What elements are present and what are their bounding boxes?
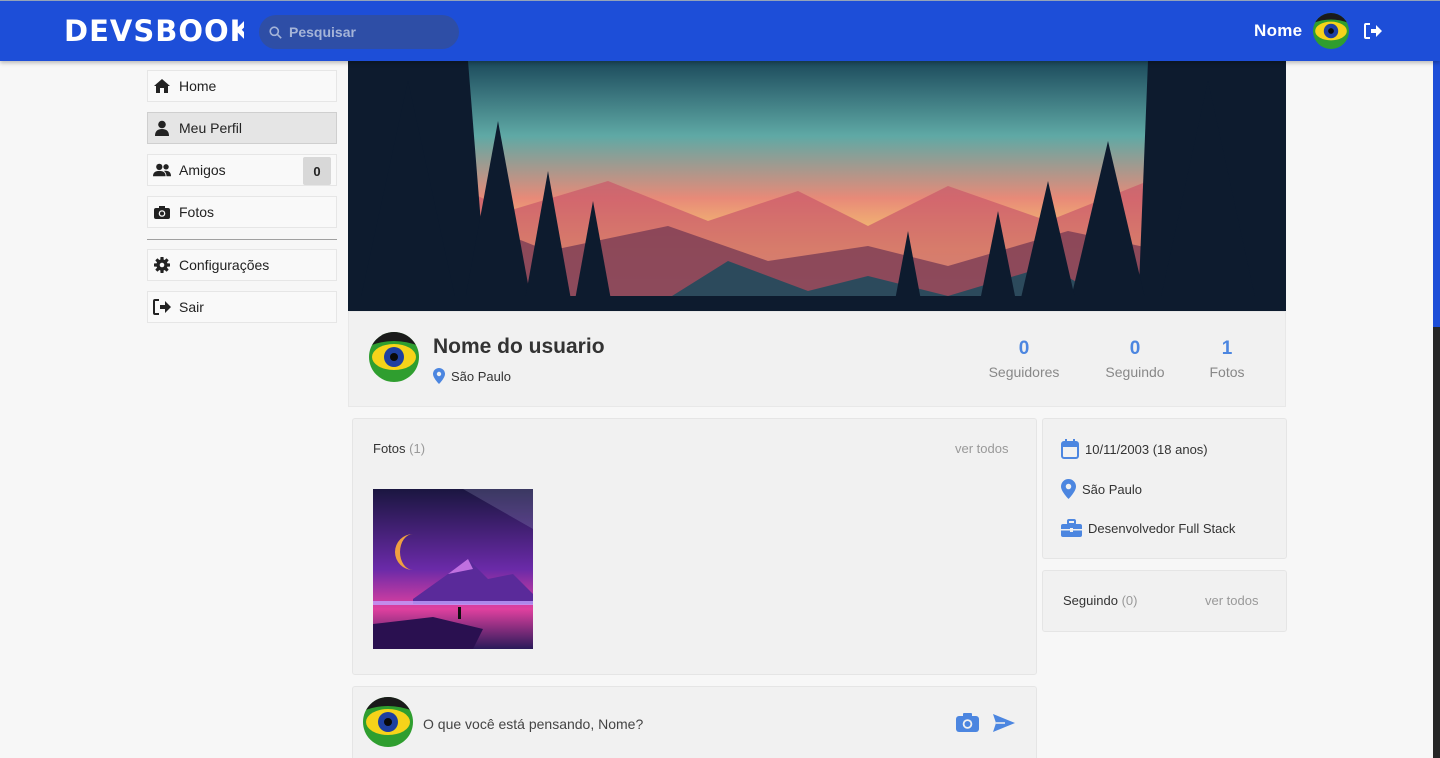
profile-name: Nome do usuario [433,335,605,358]
sidebar-item-label: Home [179,78,217,94]
profile-city-text: São Paulo [451,368,511,384]
search-input[interactable] [289,24,449,40]
logout-icon [153,299,171,315]
photo-thumbnail[interactable] [373,489,533,649]
sidebar-item-label: Sair [179,299,204,315]
scrollbar-track[interactable] [1433,327,1440,758]
stat-photos[interactable]: 1 Fotos [1202,338,1252,380]
city-row: São Paulo [1061,479,1142,499]
sidebar-item-profile[interactable]: Meu Perfil [147,112,337,144]
sidebar-item-label: Fotos [179,204,215,220]
photos-card-title: Fotos (1) [373,441,425,456]
birthdate-row: 10/11/2003 (18 anos) [1061,439,1208,459]
location-pin-icon [1061,479,1076,499]
photos-card: Fotos (1) ver todos [352,418,1037,675]
gear-icon [154,257,170,273]
devsbook-logo[interactable]: DEVSBOOK [64,15,244,47]
following-card-title: Seguindo (0) [1063,593,1137,608]
profile-avatar[interactable] [369,332,419,382]
new-post-box [352,686,1037,758]
sidebar-item-settings[interactable]: Configurações [147,249,337,281]
stat-followers[interactable]: 0 Seguidores [984,338,1064,380]
stat-label: Seguidores [988,364,1060,380]
photos-count: (1) [409,441,426,456]
users-icon [153,163,171,177]
following-see-all-link[interactable]: ver todos [1205,593,1258,608]
sidebar-item-photos[interactable]: Fotos [147,196,337,228]
location-pin-icon [433,368,445,384]
sidebar-item-friends[interactable]: Amigos 0 [147,154,337,186]
photos-see-all-link[interactable]: ver todos [955,441,1008,456]
search-bar[interactable] [259,15,459,49]
header-avatar[interactable] [1313,13,1349,49]
sidebar-item-label: Meu Perfil [179,120,243,136]
sidebar-item-label: Amigos [179,162,226,178]
stat-value: 0 [1018,338,1030,359]
profile-location: São Paulo [433,368,511,384]
user-icon [155,120,169,136]
stat-label: Fotos [1209,364,1245,380]
scrollbar-thumb[interactable] [1433,61,1440,327]
birthdate-text: 10/11/2003 (18 anos) [1085,441,1208,457]
following-card: Seguindo (0) ver todos [1042,570,1287,632]
svg-text:DEVSBOOK: DEVSBOOK [64,15,244,47]
sidebar-item-label: Configurações [179,257,270,273]
info-card: 10/11/2003 (18 anos) São Paulo Desenvolv… [1042,418,1287,559]
job-row: Desenvolvedor Full Stack [1061,519,1235,537]
stat-value: 0 [1129,338,1141,359]
stat-label: Seguindo [1105,364,1165,380]
profile-header: Nome do usuario São Paulo 0 Seguidores 0… [348,311,1286,407]
briefcase-icon [1061,519,1082,537]
send-icon[interactable] [993,714,1015,732]
post-avatar [363,697,413,747]
post-input[interactable] [423,716,903,732]
home-icon [154,79,170,93]
city-text: São Paulo [1082,481,1142,497]
following-count: (0) [1121,593,1138,608]
calendar-icon [1061,439,1079,459]
sidebar-item-logout[interactable]: Sair [147,291,337,323]
cover-image [348,61,1286,311]
job-text: Desenvolvedor Full Stack [1088,520,1236,536]
search-icon [269,25,282,39]
camera-icon [154,206,170,219]
logout-icon[interactable] [1364,23,1382,39]
header-user-name[interactable]: Nome [1254,21,1302,41]
sidebar-item-home[interactable]: Home [147,70,337,102]
stat-value: 1 [1221,338,1233,359]
camera-icon[interactable] [956,712,979,732]
sidebar-divider [147,239,337,240]
top-header: DEVSBOOK Nome [0,0,1440,61]
friends-count-badge: 0 [303,157,331,185]
photos-title-text: Fotos [373,441,406,456]
stat-following[interactable]: 0 Seguindo [1098,338,1172,380]
following-title-text: Seguindo [1063,593,1118,608]
